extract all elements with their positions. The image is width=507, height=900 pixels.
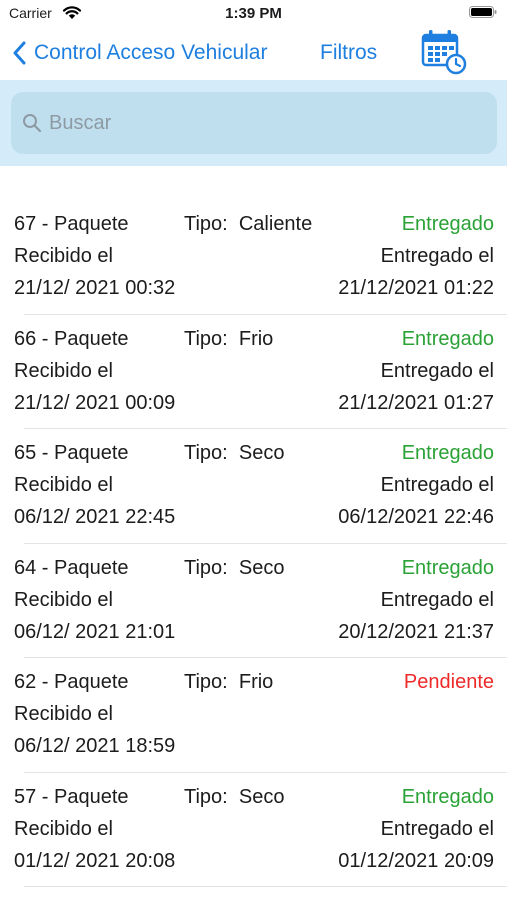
search-input[interactable] bbox=[49, 111, 449, 135]
package-type-value: Caliente bbox=[238, 213, 313, 235]
package-type-value: Seco bbox=[238, 556, 285, 579]
status-label: Entregado bbox=[401, 785, 494, 808]
status-label: Pendiente bbox=[403, 671, 494, 693]
list-item[interactable]: 57 - Paquete Tipo: Seco Entregado Recibi… bbox=[0, 773, 507, 887]
delivered-label: Entregado el bbox=[380, 817, 494, 840]
package-title: 67 - Paquete bbox=[14, 213, 129, 235]
package-title: 65 - Paquete bbox=[14, 442, 129, 464]
search-icon bbox=[23, 114, 42, 133]
delivered-date: 20/12/2021 21:37 bbox=[338, 620, 494, 643]
received-label: Recibido el bbox=[14, 245, 113, 267]
search-bar[interactable] bbox=[11, 92, 497, 154]
package-type-label: Tipo: bbox=[184, 785, 228, 808]
package-type: Tipo: Seco bbox=[184, 441, 284, 465]
list-item[interactable]: 67 - Paquete Tipo: Caliente Entregado Re… bbox=[0, 200, 507, 315]
calendar-button[interactable] bbox=[418, 28, 468, 76]
delivered-date: 06/12/2021 22:46 bbox=[338, 506, 494, 528]
package-type-label: Tipo: bbox=[184, 671, 228, 693]
battery-icon bbox=[469, 6, 497, 18]
received-label: Recibido el bbox=[14, 359, 113, 382]
delivered-label: Entregado el bbox=[380, 474, 494, 496]
received-label: Recibido el bbox=[14, 817, 113, 840]
list-item[interactable]: 66 - Paquete Tipo: Frio Entregado Recibi… bbox=[0, 315, 507, 429]
back-button[interactable]: Control Acceso Vehicular bbox=[12, 38, 267, 68]
package-type-value: Seco bbox=[238, 442, 285, 464]
package-type-value: Frio bbox=[238, 327, 274, 350]
package-type: Tipo: Frio bbox=[184, 327, 273, 351]
package-type-label: Tipo: bbox=[184, 442, 228, 464]
delivered-date: 21/12/2021 01:27 bbox=[338, 391, 494, 414]
package-type: Tipo: Seco bbox=[184, 556, 284, 580]
package-title: 57 - Paquete bbox=[14, 785, 129, 808]
package-title: 62 - Paquete bbox=[14, 671, 129, 693]
received-date: 06/12/ 2021 21:01 bbox=[14, 620, 176, 643]
received-label: Recibido el bbox=[14, 703, 113, 725]
package-type-value: Frio bbox=[238, 671, 274, 693]
navigation-bar: Control Acceso Vehicular Filtros bbox=[0, 28, 507, 80]
delivered-label: Entregado el bbox=[380, 359, 494, 382]
clock: 1:39 PM bbox=[225, 5, 282, 22]
delivered-date: 21/12/2021 01:22 bbox=[338, 277, 494, 299]
package-type-label: Tipo: bbox=[184, 327, 228, 350]
list-item[interactable]: 62 - Paquete Tipo: Frio Pendiente Recibi… bbox=[0, 658, 507, 773]
status-label: Entregado bbox=[401, 327, 494, 350]
package-type: Tipo: Seco bbox=[184, 785, 284, 809]
package-type-value: Seco bbox=[238, 785, 285, 808]
list-item[interactable]: 64 - Paquete Tipo: Seco Entregado Recibi… bbox=[0, 544, 507, 658]
delivered-label: Entregado el bbox=[380, 588, 494, 611]
row-separator bbox=[24, 886, 507, 887]
search-area bbox=[0, 80, 507, 166]
chevron-left-icon bbox=[13, 41, 26, 65]
filters-button[interactable]: Filtros bbox=[320, 41, 377, 65]
received-date: 06/12/ 2021 18:59 bbox=[14, 735, 176, 757]
package-title: 66 - Paquete bbox=[14, 327, 129, 350]
package-title: 64 - Paquete bbox=[14, 556, 129, 579]
package-type-label: Tipo: bbox=[184, 213, 228, 235]
package-type-label: Tipo: bbox=[184, 556, 228, 579]
list-item[interactable]: 65 - Paquete Tipo: Seco Entregado Recibi… bbox=[0, 429, 507, 544]
received-date: 01/12/ 2021 20:08 bbox=[14, 849, 176, 872]
received-date: 06/12/ 2021 22:45 bbox=[14, 506, 176, 528]
received-label: Recibido el bbox=[14, 588, 113, 611]
calendar-clock-icon bbox=[421, 30, 467, 75]
status-bar: Carrier 1:39 PM bbox=[0, 0, 507, 28]
delivered-label: Entregado el bbox=[380, 245, 494, 267]
back-button-label: Control Acceso Vehicular bbox=[34, 41, 268, 64]
package-type: Tipo: Frio bbox=[184, 670, 273, 694]
received-date: 21/12/ 2021 00:09 bbox=[14, 391, 176, 414]
package-type: Tipo: Caliente bbox=[184, 212, 312, 236]
status-label: Entregado bbox=[401, 556, 494, 579]
received-date: 21/12/ 2021 00:32 bbox=[14, 277, 176, 299]
status-label: Entregado bbox=[401, 213, 494, 235]
status-label: Entregado bbox=[401, 442, 494, 464]
package-list: 67 - Paquete Tipo: Caliente Entregado Re… bbox=[0, 200, 507, 887]
received-label: Recibido el bbox=[14, 474, 113, 496]
delivered-date: 01/12/2021 20:09 bbox=[338, 849, 494, 872]
